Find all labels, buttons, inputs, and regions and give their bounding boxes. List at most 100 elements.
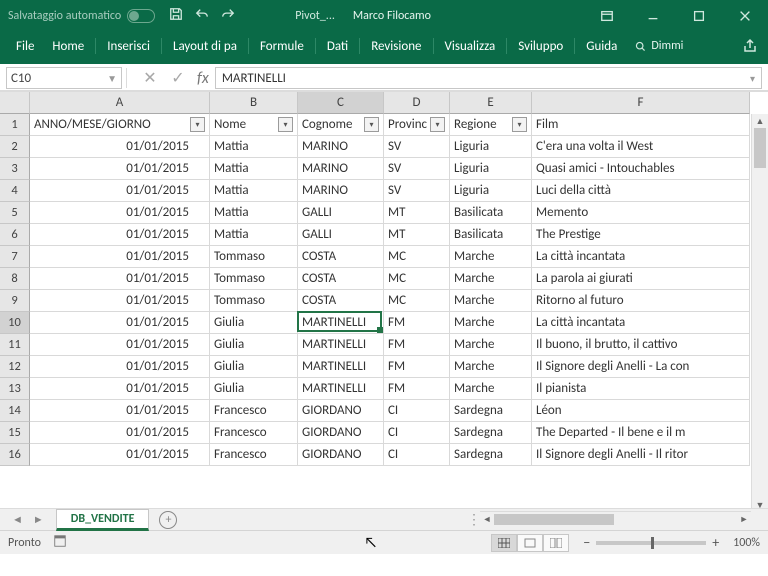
cell[interactable]: Francesco xyxy=(210,400,298,422)
view-normal-icon[interactable] xyxy=(491,534,517,552)
cell[interactable]: MC xyxy=(384,268,450,290)
cell[interactable]: CI xyxy=(384,400,450,422)
filter-dropdown-icon[interactable]: ▾ xyxy=(190,117,205,132)
fx-icon[interactable]: fx xyxy=(197,69,209,88)
cell[interactable]: Luci della città xyxy=(532,180,750,202)
cell[interactable]: GIORDANO xyxy=(298,422,384,444)
zoom-in-icon[interactable]: + xyxy=(712,534,719,551)
cell[interactable]: Liguria xyxy=(450,158,532,180)
col-header-B[interactable]: B xyxy=(210,92,298,114)
cell[interactable]: GALLI xyxy=(298,202,384,224)
cell[interactable]: MC xyxy=(384,290,450,312)
cell[interactable]: Il pianista xyxy=(532,378,750,400)
ribbon-options-icon[interactable] xyxy=(584,0,630,32)
cell[interactable]: La città incantata xyxy=(532,312,750,334)
tab-view[interactable]: Visualizza xyxy=(436,34,505,59)
row-header[interactable]: 14 xyxy=(0,400,30,422)
maximize-icon[interactable] xyxy=(676,0,722,32)
undo-icon[interactable] xyxy=(195,7,209,25)
cancel-icon[interactable]: ✕ xyxy=(141,68,159,88)
cell[interactable]: MARINO xyxy=(298,158,384,180)
cell[interactable]: SV xyxy=(384,180,450,202)
tell-me[interactable]: Dimmi xyxy=(634,39,683,53)
cell[interactable]: Mattia xyxy=(210,180,298,202)
cell[interactable]: Tommaso xyxy=(210,290,298,312)
cell[interactable]: Ritorno al futuro xyxy=(532,290,750,312)
cell[interactable]: Liguria xyxy=(450,136,532,158)
cell[interactable]: FM xyxy=(384,356,450,378)
scroll-right-icon[interactable]: ► xyxy=(737,512,751,527)
row-header[interactable]: 2 xyxy=(0,136,30,158)
tab-home[interactable]: Home xyxy=(43,34,93,59)
cell[interactable]: Quasi amici - Intouchables xyxy=(532,158,750,180)
spreadsheet-grid[interactable]: ▲ ▼ ◄ ► DB_VENDITE + ⋮ ◄ ► ABCDEF1ANNO/M… xyxy=(0,92,768,530)
cell[interactable]: Giulia xyxy=(210,378,298,400)
cell[interactable]: MARTINELLI xyxy=(298,334,384,356)
row-header[interactable]: 9 xyxy=(0,290,30,312)
cell[interactable]: Il Signore degli Anelli - La con xyxy=(532,356,750,378)
tab-help[interactable]: Guida xyxy=(577,34,626,59)
filter-dropdown-icon[interactable]: ▾ xyxy=(278,117,293,132)
cell[interactable]: Tommaso xyxy=(210,246,298,268)
cell[interactable]: 01/01/2015 xyxy=(30,312,210,334)
redo-icon[interactable] xyxy=(221,7,235,25)
cell[interactable]: 01/01/2015 xyxy=(30,422,210,444)
header-cell[interactable]: Film xyxy=(532,114,750,136)
cell[interactable]: Il Signore degli Anelli - Il ritor xyxy=(532,444,750,466)
cell[interactable]: Basilicata xyxy=(450,224,532,246)
macro-record-icon[interactable] xyxy=(53,534,67,552)
col-header-E[interactable]: E xyxy=(450,92,532,114)
cell[interactable]: MC xyxy=(384,246,450,268)
cell[interactable]: SV xyxy=(384,158,450,180)
toggle-switch-icon[interactable] xyxy=(127,9,155,23)
cell[interactable]: 01/01/2015 xyxy=(30,180,210,202)
cell[interactable]: MT xyxy=(384,202,450,224)
add-sheet-icon[interactable]: + xyxy=(159,511,177,529)
cell[interactable]: CI xyxy=(384,422,450,444)
cell[interactable]: GALLI xyxy=(298,224,384,246)
cell[interactable]: Sardegna xyxy=(450,422,532,444)
vertical-scrollbar[interactable]: ▲ ▼ xyxy=(751,114,768,512)
cell[interactable]: Marche xyxy=(450,312,532,334)
zoom-out-icon[interactable]: − xyxy=(583,534,590,551)
cell[interactable]: Francesco xyxy=(210,422,298,444)
header-cell[interactable]: Cognome▾ xyxy=(298,114,384,136)
cell[interactable]: Mattia xyxy=(210,202,298,224)
cell[interactable]: 01/01/2015 xyxy=(30,268,210,290)
cell[interactable]: MARTINELLI xyxy=(298,312,384,334)
sheet-tab-active[interactable]: DB_VENDITE xyxy=(56,509,150,531)
cell[interactable]: Marche xyxy=(450,268,532,290)
cell[interactable]: MARINO xyxy=(298,136,384,158)
tab-file[interactable]: File xyxy=(4,34,43,59)
cell[interactable]: Sardegna xyxy=(450,400,532,422)
cell[interactable]: 01/01/2015 xyxy=(30,202,210,224)
row-header[interactable]: 10 xyxy=(0,312,30,334)
cell[interactable]: Giulia xyxy=(210,312,298,334)
cell[interactable]: 01/01/2015 xyxy=(30,290,210,312)
scroll-up-icon[interactable]: ▲ xyxy=(752,114,768,128)
sheet-nav-next-icon[interactable]: ► xyxy=(33,513,44,526)
cell[interactable]: Marche xyxy=(450,356,532,378)
cell[interactable]: 01/01/2015 xyxy=(30,378,210,400)
tab-data[interactable]: Dati xyxy=(318,34,357,59)
cell[interactable]: The Departed - Il bene e il m xyxy=(532,422,750,444)
cell[interactable]: Sardegna xyxy=(450,444,532,466)
zoom-slider[interactable] xyxy=(596,541,706,545)
row-header[interactable]: 7 xyxy=(0,246,30,268)
cell[interactable]: Liguria xyxy=(450,180,532,202)
name-box[interactable]: C10 ▼ xyxy=(6,67,122,89)
view-page-break-icon[interactable] xyxy=(543,534,569,552)
cell[interactable]: FM xyxy=(384,378,450,400)
col-header-A[interactable]: A xyxy=(30,92,210,114)
cell[interactable]: MARINO xyxy=(298,180,384,202)
scroll-left-icon[interactable]: ◄ xyxy=(480,512,494,527)
chevron-down-icon[interactable]: ▼ xyxy=(107,72,117,85)
cell[interactable]: The Prestige xyxy=(532,224,750,246)
tab-dev[interactable]: Sviluppo xyxy=(509,34,572,59)
cell[interactable]: GIORDANO xyxy=(298,444,384,466)
cell[interactable]: 01/01/2015 xyxy=(30,400,210,422)
cell[interactable]: Basilicata xyxy=(450,202,532,224)
view-page-layout-icon[interactable] xyxy=(517,534,543,552)
sheet-nav-prev-icon[interactable]: ◄ xyxy=(12,513,23,526)
cell[interactable]: MARTINELLI xyxy=(298,356,384,378)
